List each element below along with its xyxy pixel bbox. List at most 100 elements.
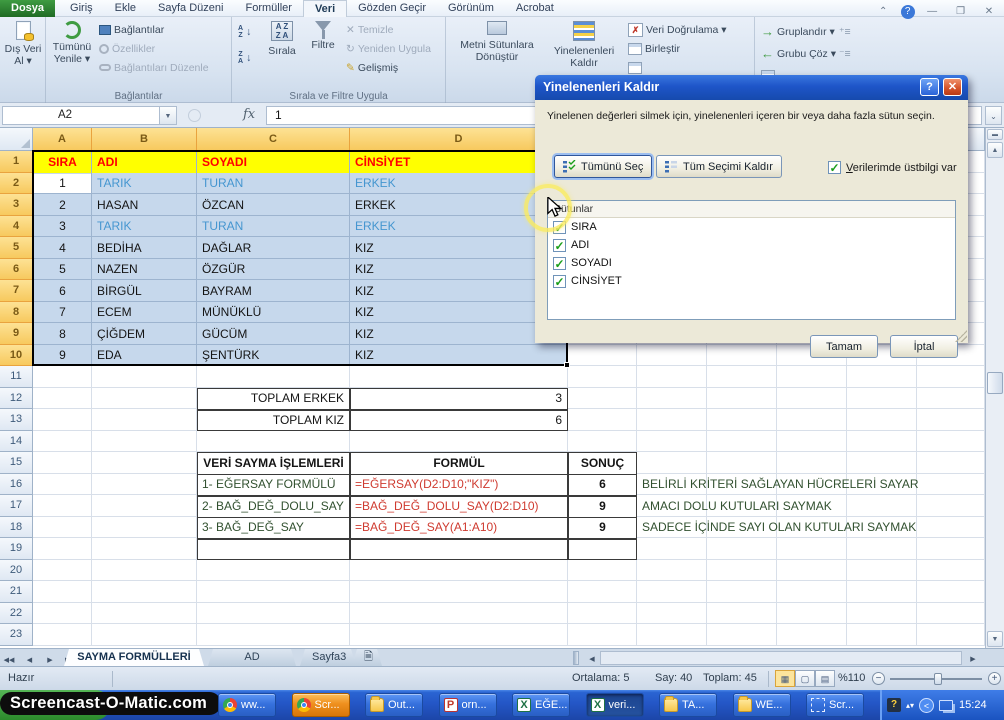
cell-C4[interactable]: TURAN [198,216,349,238]
v-split-handle[interactable]: ▬ [987,129,1003,140]
page-break-view-icon[interactable]: ▤ [815,670,835,687]
taskbar-button-7-folder[interactable]: WE... [732,693,791,717]
row-header-3[interactable]: 3 [0,194,33,216]
advanced-button[interactable]: ✎ Gelişmiş [346,59,398,76]
ungroup-button[interactable]: ← Grubu Çöz ▾ [761,45,836,62]
show-detail-icon[interactable]: ⁺≡ [839,23,851,40]
collapse-tray-icon[interactable]: < [919,697,935,713]
zoom-level[interactable]: %110 [838,672,865,684]
cell-B7[interactable]: BİRGÜL [93,280,196,302]
horizontal-scrollbar[interactable] [600,651,962,665]
close-button[interactable]: ✕ [978,5,1000,19]
page-layout-view-icon[interactable]: ▢ [795,670,815,687]
ribbon-tab-gözden-geçir[interactable]: Gözden Geçir [347,0,437,17]
cell-A4[interactable]: 3 [34,216,91,238]
cell-C8[interactable]: MÜNÜKLÜ [198,302,349,324]
cell-A10[interactable]: 9 [34,345,91,367]
cell-E15[interactable]: SONUÇ [569,452,636,474]
scroll-up-icon[interactable]: ▲ [987,142,1003,158]
cell-B10[interactable]: EDA [93,345,196,367]
cell-A3[interactable]: 2 [34,194,91,216]
filter-button[interactable]: Filtre [304,21,342,51]
consolidate-button[interactable]: Birleştir [628,40,680,57]
row-header-2[interactable]: 2 [0,172,33,194]
cell-E16[interactable]: 6 [569,474,636,496]
zoom-slider-thumb[interactable] [934,673,942,685]
cell-D12[interactable]: 3 [351,388,567,410]
normal-view-icon[interactable]: ▦ [775,670,795,687]
cell-D16[interactable]: =EĞERSAY(D2:D10;"KIZ") [351,474,567,496]
reapply-button[interactable]: ↻ Yeniden Uygula [346,40,431,57]
select-all-button[interactable]: Tümünü Seç [554,155,653,178]
ribbon-tab-veri[interactable]: Veri [302,0,348,17]
cell-A1[interactable]: SIRA [34,151,91,173]
cell-A8[interactable]: 7 [34,302,91,324]
cell-A2[interactable]: 1 [34,173,91,195]
hide-icons-icon[interactable]: ▴▾ [906,701,914,710]
sheet-tab-sayma-formülleri̇[interactable]: SAYMA FORMÜLLERİ [64,649,204,666]
column-header-B[interactable]: B [92,128,197,151]
row-header-4[interactable]: 4 [0,215,33,237]
cell-B3[interactable]: HASAN [93,194,196,216]
clear-filter-button[interactable]: ✕ Temizle [346,21,393,38]
cell-C13[interactable]: TOPLAM KIZ [198,409,349,431]
hide-detail-icon[interactable]: ⁻≡ [839,45,851,62]
network-tray-icon[interactable] [939,699,954,711]
data-validation-button[interactable]: ✗ Veri Doğrulama ▾ [628,21,727,38]
scroll-down-icon[interactable]: ▼ [987,631,1003,647]
name-box-dropdown-icon[interactable]: ▼ [160,106,177,125]
row-header-7[interactable]: 7 [0,280,33,302]
dialog-help-icon[interactable]: ? [920,78,939,96]
refresh-all-button[interactable]: Tümünü Yenile ▾ [48,21,96,65]
row-header-6[interactable]: 6 [0,258,33,280]
cell-D15[interactable]: FORMÜL [351,452,567,474]
collapse-ribbon-icon[interactable]: ⌃ [872,5,894,19]
sheet-tab-ad-tanimla[interactable]: AD TANIMLA [208,649,296,666]
text-to-columns-button[interactable]: Metni Sütunlara Dönüştür [454,21,540,63]
taskbar-button-1-chrome[interactable]: Scr... [291,693,350,717]
taskbar-button-4-excel[interactable]: X EĞE... [512,693,570,717]
sheet-tab-sayfa3[interactable]: Sayfa3 [300,649,356,666]
ribbon-tab-giriş[interactable]: Giriş [59,0,104,17]
restore-button[interactable]: ❐ [950,5,972,19]
window-resize-corner[interactable] [980,649,1004,667]
cell-C15[interactable]: VERİ SAYMA İŞLEMLERİ [198,452,349,474]
row-header-15[interactable]: 15 [0,452,33,474]
taskbar-button-2-folder[interactable]: Out... [365,693,423,717]
cell-C2[interactable]: TURAN [198,173,349,195]
cell-A5[interactable]: 4 [34,237,91,259]
taskbar-button-0-chrome[interactable]: ww... [218,693,276,717]
row-header-8[interactable]: 8 [0,301,33,323]
cell-C5[interactable]: DAĞLAR [198,237,349,259]
column-header-C[interactable]: C [197,128,350,151]
cell-C7[interactable]: BAYRAM [198,280,349,302]
row-header-1[interactable]: 1 [0,151,33,173]
dialog-title[interactable]: Yinelenenleri Kaldır [535,75,968,100]
connections-button[interactable]: Bağlantılar [99,21,164,38]
h-split-handle[interactable] [573,651,579,665]
sort-button[interactable]: A ZZ A Sırala [262,21,302,57]
cell-B9[interactable]: ÇİĞDEM [93,323,196,345]
dialog-column-item-soyadi[interactable]: ✓ SOYADI [548,254,955,272]
row-header-22[interactable]: 22 [0,602,33,624]
ribbon-tab-ekle[interactable]: Ekle [104,0,147,17]
cell-D17[interactable]: =BAĞ_DEĞ_DOLU_SAY(D2:D10) [351,495,567,517]
cell-D10[interactable]: KIZ [351,345,567,367]
cell-C3[interactable]: ÖZCAN [198,194,349,216]
properties-button[interactable]: Özellikler [99,40,155,57]
my-data-has-headers-checkbox[interactable]: ✓ Verilerimde üstbilgi var [828,161,957,174]
sort-az-button[interactable]: A Z ↓ [238,23,251,40]
row-header-14[interactable]: 14 [0,430,33,452]
row-header-16[interactable]: 16 [0,473,33,495]
v-scroll-thumb[interactable] [987,372,1003,394]
ribbon-tab-sayfa-düzeni[interactable]: Sayfa Düzeni [147,0,234,17]
vertical-scrollbar[interactable]: ▬ ▲ ▼ [985,128,1004,648]
minimize-button[interactable]: — [921,5,943,19]
cell-E17[interactable]: 9 [569,495,636,517]
scroll-left-icon[interactable]: ◀ [585,653,599,667]
unselect-all-button[interactable]: Tüm Seçimi Kaldır [656,155,782,178]
cell-C9[interactable]: GÜCÜM [198,323,349,345]
ribbon-tab-formüller[interactable]: Formüller [234,0,302,17]
dialog-column-item-sira[interactable]: ✓ SIRA [548,218,955,236]
ok-button[interactable]: Tamam [810,335,878,358]
